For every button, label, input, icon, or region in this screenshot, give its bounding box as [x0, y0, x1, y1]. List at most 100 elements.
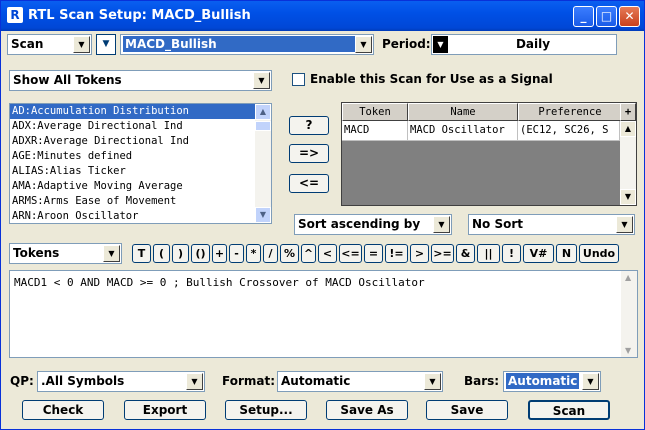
export-button[interactable]: Export	[124, 400, 206, 420]
scroll-thumb[interactable]	[255, 121, 271, 131]
scan-name-toggle-button[interactable]: ▼	[96, 34, 116, 55]
list-item[interactable]: ARN:Aroon Oscillator	[10, 209, 271, 223]
scan-type-dropdown[interactable]: Scan ▼	[7, 34, 92, 55]
setup-button[interactable]: Setup...	[225, 400, 307, 420]
op-t-button[interactable]: T	[132, 244, 151, 263]
grid-header-preference[interactable]: Preference	[518, 103, 622, 121]
sort-order-value: Sort ascending by	[298, 217, 421, 231]
op-close-paren-button[interactable]: )	[172, 244, 189, 263]
op-value-button[interactable]: V#	[523, 244, 554, 263]
format-value: Automatic	[281, 374, 351, 388]
window-title: RTL Scan Setup: MACD_Bullish	[28, 8, 251, 23]
token-filter-value: Show All Tokens	[13, 73, 122, 87]
list-item[interactable]: ADXR:Average Directional Ind	[10, 134, 271, 149]
chevron-down-icon: ▼	[102, 39, 110, 49]
scan-name-dropdown[interactable]: MACD_Bullish ▼	[120, 34, 374, 55]
list-item[interactable]: ARMS:Arms Ease of Movement	[10, 194, 271, 209]
check-button[interactable]: Check	[22, 400, 104, 420]
op-divide-button[interactable]: /	[263, 244, 278, 263]
op-n-button[interactable]: N	[556, 244, 577, 263]
add-token-button[interactable]: =>	[289, 144, 329, 163]
formula-scrollbar[interactable]: ▲ ▼	[621, 271, 637, 357]
op-plus-button[interactable]: +	[212, 244, 227, 263]
chevron-down-icon[interactable]: ▼	[186, 373, 203, 390]
scroll-down-icon[interactable]: ▼	[620, 189, 636, 205]
signal-checkbox-label: Enable this Scan for Use as a Signal	[310, 72, 553, 86]
tokens-mode-dropdown[interactable]: Tokens ▼	[9, 243, 122, 264]
save-as-button[interactable]: Save As	[326, 400, 408, 420]
sort-field-value: No Sort	[472, 217, 524, 231]
minimize-button[interactable]: _	[573, 6, 594, 27]
op-minus-button[interactable]: -	[229, 244, 244, 263]
op-parens-button[interactable]: ()	[191, 244, 210, 263]
op-less-equal-button[interactable]: <=	[339, 244, 362, 263]
chevron-down-icon[interactable]: ▼	[103, 245, 120, 262]
period-dropdown-button[interactable]: ▼	[433, 36, 448, 53]
chevron-down-icon[interactable]: ▼	[616, 216, 633, 233]
list-item[interactable]: ADX:Average Directional Ind	[10, 119, 271, 134]
period-field[interactable]: ▼ Daily	[431, 34, 617, 55]
op-equal-button[interactable]: =	[364, 244, 383, 263]
format-dropdown[interactable]: Automatic ▼	[277, 371, 443, 392]
op-not-equal-button[interactable]: !=	[385, 244, 408, 263]
op-greater-button[interactable]: >	[410, 244, 429, 263]
selected-tokens-grid[interactable]: Token Name Preference + MACD MACD Oscill…	[341, 102, 637, 206]
grid-scrollbar[interactable]: ▲ ▼	[620, 121, 636, 205]
op-greater-equal-button[interactable]: >=	[431, 244, 454, 263]
qp-dropdown[interactable]: .All Symbols ▼	[37, 371, 205, 392]
help-button[interactable]: ?	[289, 116, 329, 135]
signal-checkbox[interactable]	[292, 73, 305, 86]
chevron-down-icon[interactable]: ▼	[433, 216, 450, 233]
grid-empty-area	[342, 141, 620, 199]
bars-dropdown[interactable]: Automatic ▼	[503, 371, 601, 392]
scan-button[interactable]: Scan	[528, 400, 610, 420]
op-or-button[interactable]: ||	[477, 244, 500, 263]
grid-add-column-button[interactable]: +	[620, 103, 636, 121]
op-power-button[interactable]: ^	[301, 244, 316, 263]
grid-cell[interactable]: MACD Oscillator	[408, 121, 518, 141]
op-not-button[interactable]: !	[502, 244, 521, 263]
scan-type-value: Scan	[11, 37, 44, 51]
op-multiply-button[interactable]: *	[246, 244, 261, 263]
grid-header-token[interactable]: Token	[342, 103, 408, 121]
token-list[interactable]: AD:Accumulation Distribution ADX:Average…	[9, 103, 272, 224]
scroll-down-icon[interactable]: ▼	[625, 346, 631, 355]
undo-button[interactable]: Undo	[579, 244, 619, 263]
grid-cell[interactable]: (EC12, SC26, S	[518, 121, 620, 141]
sort-field-dropdown[interactable]: No Sort ▼	[468, 214, 635, 235]
token-filter-dropdown[interactable]: Show All Tokens ▼	[9, 70, 272, 91]
period-value: Daily	[515, 37, 551, 51]
formula-text: MACD1 < 0 AND MACD >= 0 ; Bullish Crosso…	[14, 276, 425, 289]
save-button[interactable]: Save	[426, 400, 508, 420]
grid-header-name[interactable]: Name	[408, 103, 518, 121]
scroll-down-icon[interactable]: ▼	[255, 207, 271, 223]
chevron-down-icon[interactable]: ▼	[253, 72, 270, 89]
op-and-button[interactable]: &	[456, 244, 475, 263]
maximize-button[interactable]: □	[596, 6, 617, 27]
title-bar[interactable]: R RTL Scan Setup: MACD_Bullish _ □ ✕	[1, 1, 644, 31]
chevron-down-icon[interactable]: ▼	[73, 36, 90, 53]
list-item[interactable]: AMA:Adaptive Moving Average	[10, 179, 271, 194]
chevron-down-icon[interactable]: ▼	[355, 36, 372, 53]
list-item[interactable]: ALIAS:Alias Ticker	[10, 164, 271, 179]
op-open-paren-button[interactable]: (	[153, 244, 170, 263]
close-button[interactable]: ✕	[619, 6, 640, 27]
op-modulo-button[interactable]: %	[280, 244, 299, 263]
bars-label: Bars:	[464, 374, 500, 388]
scroll-up-icon[interactable]: ▲	[255, 104, 271, 120]
scroll-up-icon[interactable]: ▲	[620, 121, 636, 137]
period-label: Period:	[382, 37, 431, 51]
formula-editor[interactable]: MACD1 < 0 AND MACD >= 0 ; Bullish Crosso…	[9, 270, 638, 358]
chevron-down-icon[interactable]: ▼	[424, 373, 441, 390]
sort-order-dropdown[interactable]: Sort ascending by ▼	[294, 214, 452, 235]
list-item[interactable]: AD:Accumulation Distribution	[10, 104, 271, 119]
grid-cell[interactable]: MACD	[342, 121, 408, 141]
remove-token-button[interactable]: <=	[289, 174, 329, 193]
tokens-mode-value: Tokens	[13, 246, 60, 260]
token-list-scrollbar[interactable]: ▲ ▼	[255, 104, 271, 223]
qp-value: .All Symbols	[41, 374, 125, 388]
chevron-down-icon[interactable]: ▼	[582, 373, 599, 390]
list-item[interactable]: AGE:Minutes defined	[10, 149, 271, 164]
scroll-up-icon[interactable]: ▲	[625, 273, 631, 282]
op-less-button[interactable]: <	[318, 244, 337, 263]
